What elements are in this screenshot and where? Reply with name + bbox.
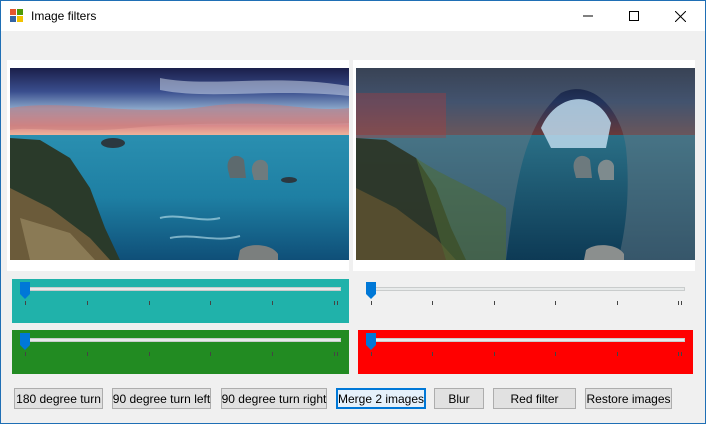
trackbar-ticks: [12, 301, 349, 307]
rotate-90-left-button[interactable]: 90 degree turn left: [112, 388, 211, 409]
tick-mark: [86, 301, 88, 305]
trackbar-ticks: [358, 301, 693, 307]
trackbar-channel: [20, 287, 341, 291]
tick-mark: [681, 301, 682, 305]
opacity-trackbar[interactable]: [358, 279, 693, 323]
merged-image: [356, 68, 695, 260]
merge-images-label: Merge 2 images: [337, 391, 425, 406]
merge-images-button[interactable]: Merge 2 images: [336, 388, 426, 409]
tick-mark: [681, 352, 682, 356]
green-trackbar[interactable]: [12, 330, 349, 374]
trackbar-channel: [366, 338, 685, 342]
picture-box-merged[interactable]: [353, 60, 695, 271]
tick-mark: [272, 352, 274, 356]
tick-mark: [272, 301, 274, 305]
minimize-button[interactable]: [565, 1, 611, 31]
restore-images-label: Restore images: [586, 391, 671, 406]
tick-mark: [555, 352, 557, 356]
tick-mark: [616, 352, 618, 356]
blur-button[interactable]: Blur: [434, 388, 484, 409]
tick-mark: [334, 352, 335, 356]
picture-box-original[interactable]: [7, 60, 349, 271]
red-trackbar[interactable]: [358, 330, 693, 374]
rotate-90-left-label: 90 degree turn left: [112, 391, 211, 406]
trackbar-thumb[interactable]: [366, 282, 376, 299]
tick-mark: [337, 352, 338, 356]
seascape-image: [10, 68, 349, 260]
tick-mark: [337, 301, 338, 305]
rotate-90-right-button[interactable]: 90 degree turn right: [221, 388, 327, 409]
tick-mark: [371, 352, 372, 356]
trackbar-ticks: [358, 352, 693, 358]
tick-mark: [678, 352, 679, 356]
tick-mark: [25, 301, 26, 305]
rotate-90-right-label: 90 degree turn right: [221, 391, 327, 406]
maximize-button[interactable]: [611, 1, 657, 31]
blur-label: Blur: [448, 391, 470, 406]
rotate-180-label: 180 degree turn: [16, 391, 101, 406]
tick-mark: [148, 352, 150, 356]
trackbar-ticks: [12, 352, 349, 358]
red-filter-label: Red filter: [510, 391, 559, 406]
tick-mark: [334, 301, 335, 305]
tick-mark: [432, 301, 434, 305]
tick-mark: [148, 301, 150, 305]
trackbar-channel: [366, 287, 685, 291]
teal-trackbar[interactable]: [12, 279, 349, 323]
tick-mark: [493, 301, 495, 305]
window-title: Image filters: [31, 9, 97, 23]
tick-mark: [86, 352, 88, 356]
tick-mark: [25, 352, 26, 356]
tick-mark: [210, 352, 212, 356]
tick-mark: [432, 352, 434, 356]
trackbar-thumb[interactable]: [20, 282, 30, 299]
trackbar-channel: [20, 338, 341, 342]
tick-mark: [493, 352, 495, 356]
tick-mark: [555, 301, 557, 305]
title-bar[interactable]: Image filters: [1, 1, 705, 31]
tick-mark: [371, 301, 372, 305]
rotate-180-button[interactable]: 180 degree turn: [14, 388, 103, 409]
maximize-icon: [629, 11, 639, 21]
close-icon: [674, 10, 686, 22]
red-filter-button[interactable]: Red filter: [493, 388, 576, 409]
tick-mark: [678, 301, 679, 305]
app-icon: [10, 9, 23, 22]
minimize-icon: [583, 15, 593, 17]
main-window: Image filters 180 degree turn 90 degree …: [0, 0, 706, 424]
trackbar-thumb[interactable]: [20, 333, 30, 350]
trackbar-thumb[interactable]: [366, 333, 376, 350]
close-button[interactable]: [657, 1, 703, 31]
restore-images-button[interactable]: Restore images: [585, 388, 672, 409]
tick-mark: [616, 301, 618, 305]
tick-mark: [210, 301, 212, 305]
